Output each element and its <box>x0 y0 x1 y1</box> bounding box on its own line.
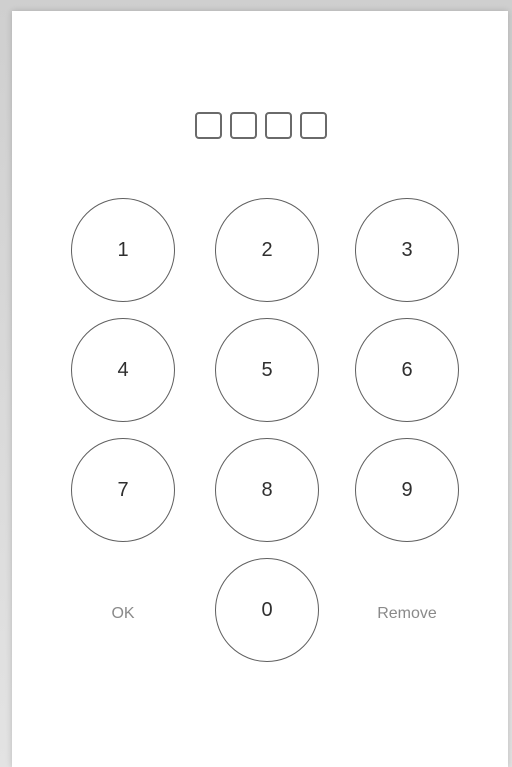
key-7[interactable]: 7 <box>71 438 175 542</box>
key-8[interactable]: 8 <box>215 438 319 542</box>
pin-slot-4 <box>300 112 327 139</box>
key-1[interactable]: 1 <box>71 198 175 302</box>
key-9[interactable]: 9 <box>355 438 459 542</box>
key-6[interactable]: 6 <box>355 318 459 422</box>
key-4[interactable]: 4 <box>71 318 175 422</box>
pin-entry-screen: 1 2 3 4 5 6 7 8 9 OK 0 Remove <box>12 11 508 767</box>
pin-indicator <box>195 112 327 139</box>
key-2[interactable]: 2 <box>215 198 319 302</box>
device-frame: 1 2 3 4 5 6 7 8 9 OK 0 Remove <box>0 0 512 767</box>
key-0[interactable]: 0 <box>215 558 319 662</box>
key-3[interactable]: 3 <box>355 198 459 302</box>
pin-slot-1 <box>195 112 222 139</box>
pin-slot-2 <box>230 112 257 139</box>
remove-button[interactable]: Remove <box>355 594 459 634</box>
pin-slot-3 <box>265 112 292 139</box>
key-5[interactable]: 5 <box>215 318 319 422</box>
ok-button[interactable]: OK <box>91 594 155 634</box>
